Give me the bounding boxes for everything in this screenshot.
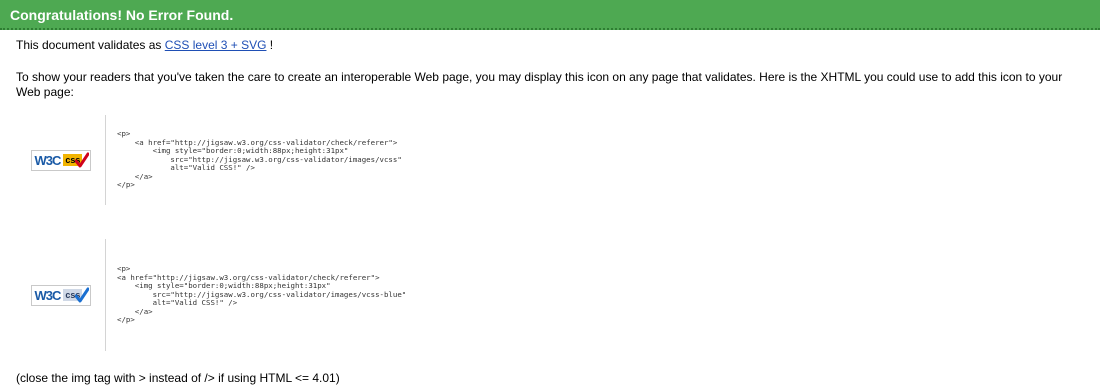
icon-block-blue: W3C css <p> <a href="http://jigsaw.w3.or… xyxy=(16,239,1100,351)
valid-css-blue-badge-icon[interactable]: W3C css xyxy=(30,284,91,306)
icon-cell: W3C css xyxy=(16,239,106,351)
xhtml-code-snippet: <p> <a href="http://jigsaw.w3.org/css-va… xyxy=(117,264,407,325)
success-banner: Congratulations! No Error Found. xyxy=(0,0,1100,30)
blue-checkmark-icon xyxy=(74,287,89,302)
xhtml-code-snippet: <p> <a href="http://jigsaw.w3.org/css-va… xyxy=(117,129,402,190)
valid-css-gold-badge-icon[interactable]: W3C css xyxy=(30,149,91,171)
red-checkmark-icon xyxy=(74,152,89,167)
icon-cell: W3C css xyxy=(16,115,106,205)
css-level-link[interactable]: CSS level 3 + SVG xyxy=(165,38,267,52)
badge-w3c-label: W3C xyxy=(34,287,62,303)
validation-message: This document validates as CSS level 3 +… xyxy=(16,38,1084,53)
badge-w3c-label: W3C xyxy=(34,152,62,168)
banner-title: Congratulations! No Error Found. xyxy=(10,7,234,23)
intro-text: To show your readers that you've taken t… xyxy=(16,70,1063,99)
validation-prefix: This document validates as xyxy=(16,38,165,52)
validation-suffix: ! xyxy=(266,38,274,52)
icon-block-gold: W3C css <p> <a href="http://jigsaw.w3.or… xyxy=(16,115,1100,205)
